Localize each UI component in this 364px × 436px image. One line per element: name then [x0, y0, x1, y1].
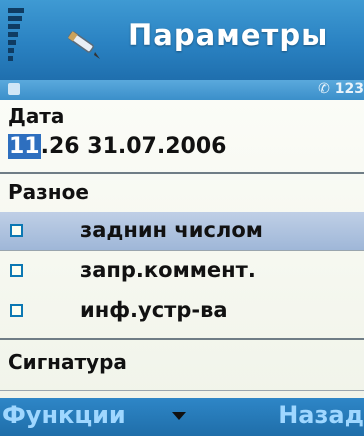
chevron-down-icon[interactable]	[172, 412, 186, 420]
option-item[interactable]: инф.устр-ва	[0, 292, 364, 330]
signal-strength-icon	[8, 6, 24, 72]
option-item[interactable]: запр.коммент.	[0, 252, 364, 290]
back-softkey[interactable]: Назад	[278, 401, 364, 429]
status-strip: ✆ 123	[0, 80, 364, 100]
option-label: заднин числом	[80, 218, 263, 242]
divider	[0, 390, 364, 391]
softkey-bar: Функции Назад	[0, 398, 364, 436]
page-title: Параметры	[128, 18, 329, 52]
phone-icon: ✆	[318, 81, 335, 97]
checkbox[interactable]	[10, 304, 23, 317]
settings-list: Дата 11.26 31.07.2006 Разное заднин числ…	[0, 100, 364, 398]
divider	[0, 172, 364, 174]
datetime-field[interactable]: 11.26 31.07.2006	[8, 134, 226, 159]
datetime-value: .26 31.07.2006	[40, 134, 227, 159]
option-label: инф.устр-ва	[80, 298, 228, 322]
app-indicator-icon	[8, 83, 20, 95]
option-label: запр.коммент.	[80, 258, 256, 282]
divider	[0, 250, 364, 251]
option-item[interactable]: заднин числом	[0, 212, 364, 250]
status-indicator: ✆ 123	[318, 81, 364, 97]
divider	[0, 338, 364, 340]
date-label: Дата	[8, 104, 65, 128]
checkbox[interactable]	[10, 264, 23, 277]
signature-label[interactable]: Сигнатура	[8, 350, 127, 374]
datetime-cursor[interactable]: 11	[8, 134, 41, 159]
checkbox[interactable]	[10, 224, 23, 237]
options-softkey[interactable]: Функции	[2, 401, 126, 429]
pencil-icon	[68, 31, 100, 59]
title-bar: Параметры	[0, 0, 364, 80]
phone-screen: Параметры ✆ 123 Дата 11.26 31.07.2006 Ра…	[0, 0, 364, 436]
misc-label: Разное	[8, 180, 89, 204]
